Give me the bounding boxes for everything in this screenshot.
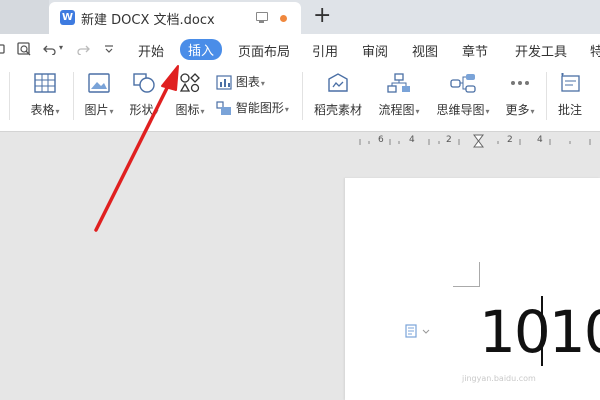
red-arrow-annotation	[94, 65, 179, 232]
